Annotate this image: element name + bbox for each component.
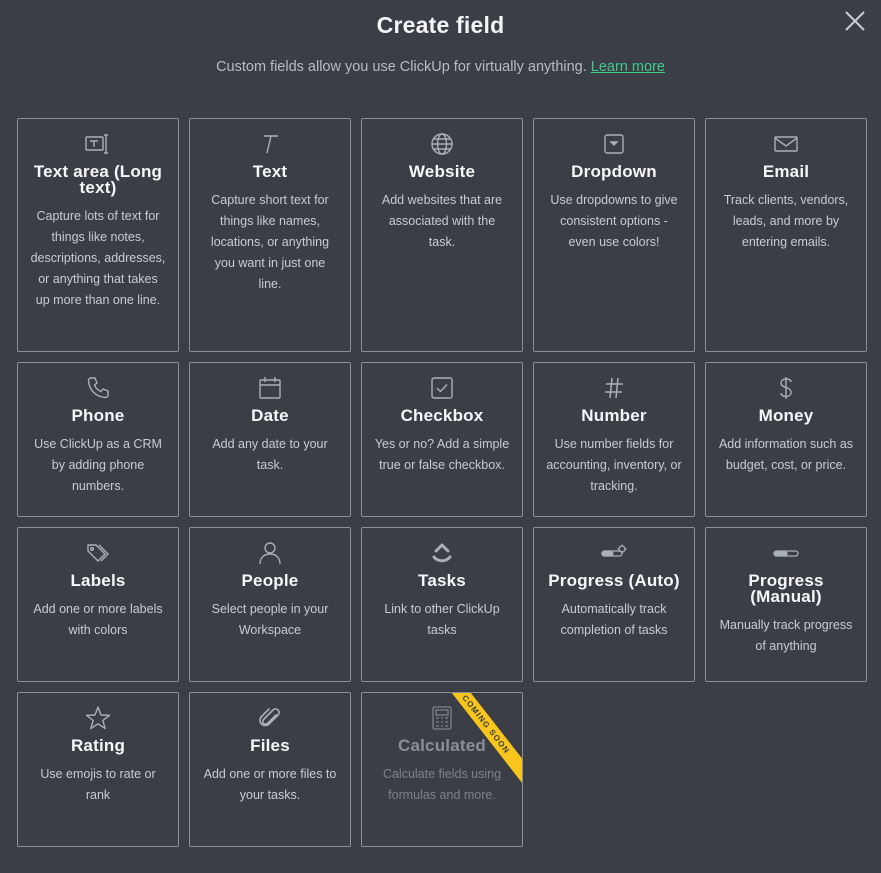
field-name: Number	[581, 406, 647, 425]
field-card-labels[interactable]: Labels Add one or more labels with color…	[17, 527, 179, 682]
calculator-icon	[429, 705, 455, 731]
field-description: Manually track progress of anything	[719, 618, 853, 653]
tags-icon	[85, 540, 111, 566]
dollar-icon	[773, 375, 799, 401]
subtitle-text: Custom fields allow you use ClickUp for …	[216, 59, 587, 75]
learn-more-link[interactable]: Learn more	[591, 59, 665, 75]
field-card-files[interactable]: Files Add one or more files to your task…	[189, 692, 351, 847]
field-card-website[interactable]: Website Add websites that are associated…	[361, 118, 523, 352]
field-name: Date	[251, 406, 289, 425]
field-description: Use ClickUp as a CRM by adding phone num…	[34, 437, 162, 493]
field-description: Capture short text for things like names…	[210, 193, 330, 291]
field-description: Calculate fields using formulas and more…	[382, 767, 502, 802]
field-description: Add one or more labels with colors	[33, 602, 163, 637]
progress-auto-icon	[601, 540, 627, 566]
field-name: Progress (Manual)	[748, 571, 824, 606]
field-card-dropdown[interactable]: Dropdown Use dropdowns to give consisten…	[533, 118, 695, 352]
field-name: Tasks	[418, 571, 466, 590]
field-description: Add one or more files to your tasks.	[203, 767, 337, 802]
close-button[interactable]	[843, 9, 867, 33]
field-description: Use emojis to rate or rank	[40, 767, 156, 802]
field-card-progress-manual[interactable]: Progress (Manual) Manually track progres…	[705, 527, 867, 682]
field-card-checkbox[interactable]: Checkbox Yes or no? Add a simple true or…	[361, 362, 523, 517]
field-description: Select people in your Workspace	[211, 602, 329, 637]
field-card-tasks[interactable]: Tasks Link to other ClickUp tasks	[361, 527, 523, 682]
hash-icon	[601, 375, 627, 401]
field-card-rating[interactable]: Rating Use emojis to rate or rank	[17, 692, 179, 847]
field-name: Text area (Long text)	[33, 162, 163, 197]
field-description: Automatically track completion of tasks	[560, 602, 668, 637]
calendar-icon	[257, 375, 283, 401]
field-name: People	[241, 571, 299, 590]
close-icon[interactable]	[843, 9, 867, 33]
modal-subtitle: Custom fields allow you use ClickUp for …	[0, 59, 881, 75]
field-name: Email	[762, 162, 810, 181]
person-icon	[257, 540, 283, 566]
text-icon	[257, 131, 283, 157]
field-card-phone[interactable]: Phone Use ClickUp as a CRM by adding pho…	[17, 362, 179, 517]
field-name: Text	[252, 162, 288, 181]
field-card-text[interactable]: Text Capture short text for things like …	[189, 118, 351, 352]
paperclip-icon	[257, 705, 283, 731]
field-description: Capture lots of text for things like not…	[30, 209, 166, 307]
star-icon	[85, 705, 111, 731]
modal-title: Create field	[376, 12, 505, 38]
create-field-modal: Create field Custom fields allow you use…	[0, 0, 881, 873]
field-card-money[interactable]: Money Add information such as budget, co…	[705, 362, 867, 517]
text-area-icon	[85, 131, 111, 157]
field-card-progress-auto[interactable]: Progress (Auto) Automatically track comp…	[533, 527, 695, 682]
field-description: Track clients, vendors, leads, and more …	[723, 193, 849, 249]
field-card-people[interactable]: People Select people in your Workspace	[189, 527, 351, 682]
field-name: Progress (Auto)	[548, 571, 680, 590]
field-name: Labels	[70, 571, 126, 590]
field-name: Phone	[71, 406, 125, 425]
field-name: Dropdown	[571, 162, 657, 181]
clickup-icon	[429, 540, 455, 566]
phone-icon	[85, 375, 111, 401]
dropdown-icon	[601, 131, 627, 157]
field-name: Files	[250, 736, 290, 755]
globe-icon	[429, 131, 455, 157]
field-name: Checkbox	[400, 406, 484, 425]
envelope-icon	[773, 131, 799, 157]
field-description: Use number fields for accounting, invent…	[546, 437, 682, 493]
field-description: Add any date to your task.	[212, 437, 328, 472]
checkbox-icon	[429, 375, 455, 401]
field-card-email[interactable]: Email Track clients, vendors, leads, and…	[705, 118, 867, 352]
field-name: Rating	[70, 736, 126, 755]
field-description: Link to other ClickUp tasks	[384, 602, 500, 637]
field-description: Use dropdowns to give consistent options…	[550, 193, 678, 249]
progress-manual-icon	[773, 540, 799, 566]
field-card-date[interactable]: Date Add any date to your task.	[189, 362, 351, 517]
field-card-text-area[interactable]: Text area (Long text) Capture lots of te…	[17, 118, 179, 352]
field-name: Website	[408, 162, 476, 181]
field-description: Add information such as budget, cost, or…	[718, 437, 854, 472]
field-card-number[interactable]: Number Use number fields for accounting,…	[533, 362, 695, 517]
field-description: Yes or no? Add a simple true or false ch…	[374, 437, 510, 472]
field-card-calculated: Calculated Calculate fields using formul…	[361, 692, 523, 847]
field-description: Add websites that are associated with th…	[381, 193, 503, 249]
field-name: Money	[758, 406, 814, 425]
